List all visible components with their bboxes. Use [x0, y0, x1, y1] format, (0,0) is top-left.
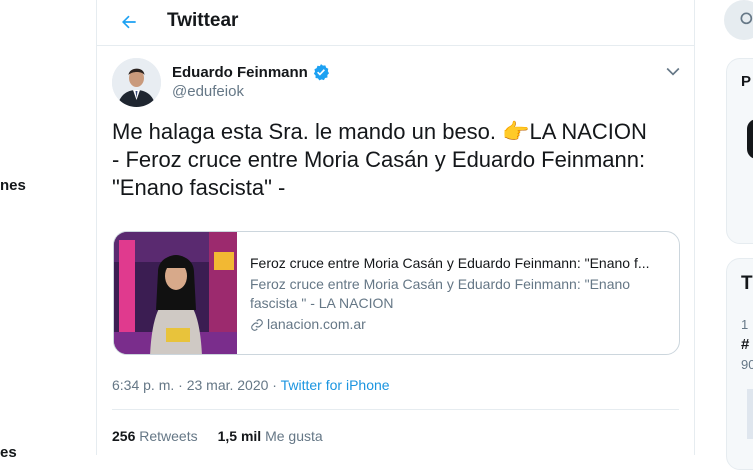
right-panel-card: P — [726, 58, 753, 244]
card-title: Feroz cruce entre Moria Casán y Eduardo … — [250, 255, 650, 271]
card-body: Feroz cruce entre Moria Casán y Eduardo … — [250, 254, 670, 334]
trend-image[interactable] — [747, 389, 753, 439]
retweets-label: Retweets — [139, 428, 198, 444]
link-preview-card[interactable]: Feroz cruce entre Moria Casán y Eduardo … — [113, 231, 680, 355]
card-thumbnail — [114, 232, 237, 354]
right-panel-heading: P — [741, 73, 752, 90]
main-column: Twittear Eduardo Feinmann @edufeiok Me h… — [96, 0, 695, 455]
back-button[interactable] — [113, 6, 145, 38]
page-header: Twittear — [97, 0, 694, 46]
page-title: Twittear — [167, 10, 239, 31]
trends-panel: T 1 # 90 — [726, 258, 753, 470]
likes-count: 1,5 mil — [217, 428, 262, 444]
right-panel-avatar[interactable] — [747, 119, 753, 159]
trends-heading: T — [741, 273, 753, 294]
tweet-timestamp: 6:34 p. m. · 23 mar. 2020 · Twitter for … — [112, 377, 390, 393]
search-icon — [740, 12, 753, 25]
nav-item-fragment[interactable]: es — [0, 444, 17, 461]
tweet-text-line: "Enano fascista" - — [112, 175, 286, 200]
tweet-source-link[interactable]: Twitter for iPhone — [281, 377, 390, 393]
link-icon — [251, 318, 263, 331]
tweet-text-line: - Feroz cruce entre Moria Casán y Eduard… — [112, 147, 646, 172]
verified-badge-icon — [313, 64, 329, 81]
card-description-line: fascista " - LA NACION — [250, 295, 394, 311]
search-input[interactable] — [724, 0, 753, 40]
tweet-text: Me halaga esta Sra. le mando un beso. 👉L… — [112, 118, 682, 202]
author-name[interactable]: Eduardo Feinmann — [172, 63, 330, 81]
retweets-stat[interactable]: 256 Retweets — [112, 428, 198, 444]
author-name-text: Eduardo Feinmann — [172, 63, 308, 81]
tweet-text-line: Me halaga esta Sra. le mando un beso. 👉L… — [112, 119, 647, 144]
tweet-options-button[interactable] — [663, 61, 683, 81]
tweet-stats: 256 Retweets 1,5 mil Me gusta — [112, 428, 323, 444]
nav-item-fragment[interactable]: nes — [0, 177, 26, 194]
trend-rank: 1 — [741, 317, 749, 332]
arrow-left-icon — [122, 15, 136, 29]
card-domain-text: lanacion.com.ar — [267, 316, 366, 332]
card-domain: lanacion.com.ar — [250, 315, 670, 334]
card-description: Feroz cruce entre Moria Casán y Eduardo … — [250, 275, 670, 313]
likes-label: Me gusta — [265, 428, 323, 444]
chevron-down-icon — [666, 67, 680, 76]
tweet-time[interactable]: 6:34 p. m. · 23 mar. 2020 · — [112, 377, 281, 393]
card-description-line: Feroz cruce entre Moria Casán y Eduardo … — [250, 276, 631, 292]
author-handle[interactable]: @edufeiok — [172, 83, 244, 100]
likes-stat[interactable]: 1,5 mil Me gusta — [218, 428, 323, 444]
trend-hashtag[interactable]: # — [741, 336, 749, 353]
trend-count: 90 — [741, 357, 753, 372]
divider — [112, 409, 679, 410]
avatar[interactable] — [112, 58, 161, 107]
retweets-count: 256 — [112, 428, 136, 444]
